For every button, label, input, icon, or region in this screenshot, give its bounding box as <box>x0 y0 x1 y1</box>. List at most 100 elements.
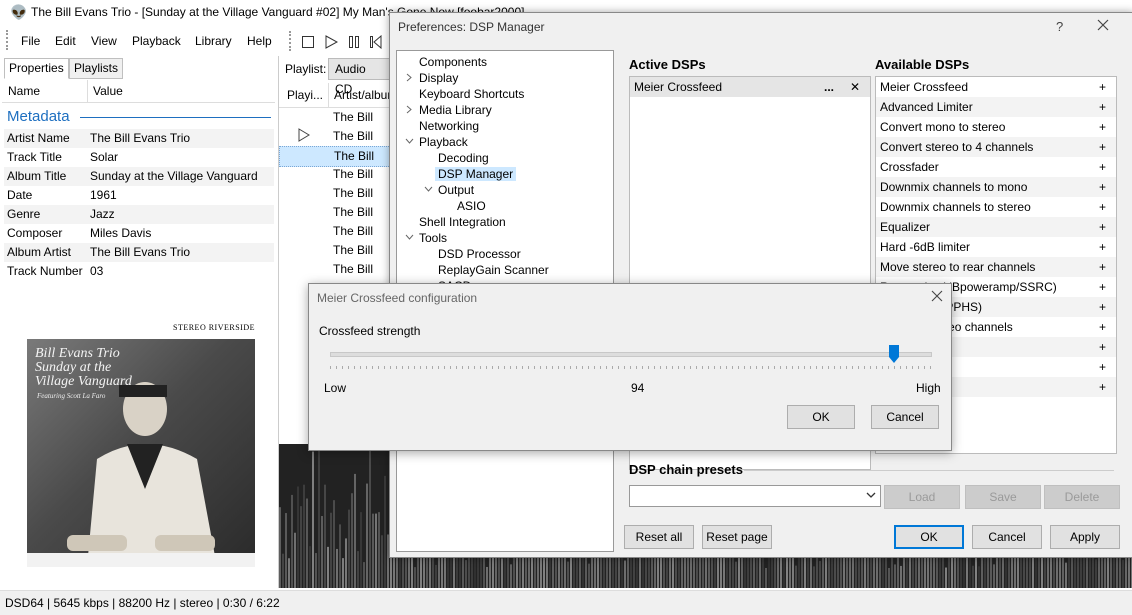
add-dsp-button[interactable]: + <box>1099 257 1106 277</box>
add-dsp-button[interactable]: + <box>1099 217 1106 237</box>
available-dsp-item[interactable]: Equalizer + <box>876 217 1116 237</box>
help-icon[interactable]: ? <box>1056 19 1063 34</box>
tree-item[interactable]: Media Library <box>405 102 492 118</box>
tab-properties[interactable]: Properties <box>4 58 69 79</box>
tab-audio-cd[interactable]: Audio CD <box>328 58 391 96</box>
save-preset-button[interactable]: Save <box>965 485 1041 509</box>
close-icon[interactable] <box>1096 18 1110 35</box>
slider-thumb[interactable] <box>889 345 899 363</box>
available-dsp-item[interactable]: Move stereo to rear channels + <box>876 257 1116 277</box>
expand-arrow-icon[interactable] <box>405 105 414 114</box>
close-icon[interactable] <box>931 290 943 305</box>
tree-item[interactable]: Networking <box>405 118 479 134</box>
crossfeed-ok-button[interactable]: OK <box>787 405 855 429</box>
tree-item[interactable]: Keyboard Shortcuts <box>405 86 524 102</box>
add-dsp-button[interactable]: + <box>1099 297 1106 317</box>
playlist-row[interactable]: The Bill Evans <box>279 127 391 146</box>
add-dsp-button[interactable]: + <box>1099 137 1106 157</box>
tab-playlists[interactable]: Playlists <box>69 58 124 79</box>
menu-file[interactable]: File <box>21 34 40 48</box>
column-playing-header[interactable]: Playi... <box>287 88 323 102</box>
expand-arrow-icon[interactable] <box>405 73 414 82</box>
tree-item[interactable]: Playback <box>405 134 468 150</box>
add-dsp-button[interactable]: + <box>1099 117 1106 137</box>
property-row[interactable]: Composer Miles Davis <box>4 224 274 243</box>
property-row[interactable]: Artist Name The Bill Evans Trio <box>4 129 274 148</box>
tree-item[interactable]: ReplayGain Scanner <box>424 262 549 278</box>
available-dsp-item[interactable]: Meier Crossfeed + <box>876 77 1116 97</box>
playlist-row[interactable]: The Bill Evans <box>279 108 391 127</box>
property-row[interactable]: Track Title Solar <box>4 148 274 167</box>
apply-button[interactable]: Apply <box>1050 525 1120 549</box>
add-dsp-button[interactable]: + <box>1099 277 1106 297</box>
column-artist-header[interactable]: Artist/album <box>334 88 397 102</box>
tree-item[interactable]: Decoding <box>424 150 489 166</box>
reset-page-button[interactable]: Reset page <box>702 525 772 549</box>
collapse-arrow-icon[interactable] <box>424 185 433 194</box>
remove-dsp-button[interactable]: ✕ <box>850 77 860 97</box>
reset-all-button[interactable]: Reset all <box>624 525 694 549</box>
stop-icon[interactable] <box>301 35 315 49</box>
collapse-arrow-icon[interactable] <box>405 137 414 146</box>
ok-button[interactable]: OK <box>894 525 964 549</box>
play-icon[interactable] <box>324 35 339 49</box>
available-dsp-item[interactable]: Convert stereo to 4 channels + <box>876 137 1116 157</box>
available-dsp-item[interactable]: Advanced Limiter + <box>876 97 1116 117</box>
active-dsp-item[interactable]: Meier Crossfeed ... ✕ <box>630 77 870 97</box>
toolbar-grip[interactable] <box>6 30 10 50</box>
add-dsp-button[interactable]: + <box>1099 377 1106 397</box>
playlist-row[interactable]: The Bill Evans <box>279 260 391 279</box>
column-value-header[interactable]: Value <box>93 84 123 98</box>
add-dsp-button[interactable]: + <box>1099 177 1106 197</box>
load-preset-button[interactable]: Load <box>884 485 960 509</box>
property-row[interactable]: Album Artist The Bill Evans Trio <box>4 243 274 262</box>
add-dsp-button[interactable]: + <box>1099 337 1106 357</box>
pause-icon[interactable] <box>347 35 361 49</box>
playlist-row[interactable]: The Bill Evans <box>279 203 391 222</box>
menu-library[interactable]: Library <box>195 34 232 48</box>
add-dsp-button[interactable]: + <box>1099 77 1106 97</box>
playlist-row[interactable]: The Bill Evans <box>279 241 391 260</box>
add-dsp-button[interactable]: + <box>1099 197 1106 217</box>
property-row[interactable]: Album Title Sunday at the Village Vanguar… <box>4 167 274 186</box>
playlist-row[interactable]: The Bill Evans <box>279 146 393 167</box>
collapse-arrow-icon[interactable] <box>405 233 414 242</box>
slider-track[interactable] <box>330 352 932 357</box>
menu-playback[interactable]: Playback <box>132 34 181 48</box>
menu-help[interactable]: Help <box>247 34 272 48</box>
tree-item[interactable]: ASIO <box>443 198 486 214</box>
playlist-row[interactable]: The Bill Evans <box>279 165 391 184</box>
playlist-row[interactable]: The Bill Evans <box>279 222 391 241</box>
add-dsp-button[interactable]: + <box>1099 157 1106 177</box>
column-divider[interactable] <box>87 80 88 102</box>
property-row[interactable]: Date 1961 <box>4 186 274 205</box>
tree-item[interactable]: DSP Manager <box>424 166 517 182</box>
column-divider[interactable] <box>328 83 329 107</box>
property-row[interactable]: Genre Jazz <box>4 205 274 224</box>
menu-view[interactable]: View <box>91 34 117 48</box>
available-dsp-item[interactable]: Hard -6dB limiter + <box>876 237 1116 257</box>
add-dsp-button[interactable]: + <box>1099 317 1106 337</box>
menu-edit[interactable]: Edit <box>55 34 76 48</box>
delete-preset-button[interactable]: Delete <box>1044 485 1120 509</box>
column-name-header[interactable]: Name <box>8 84 40 98</box>
add-dsp-button[interactable]: + <box>1099 237 1106 257</box>
add-dsp-button[interactable]: + <box>1099 357 1106 377</box>
configure-dsp-button[interactable]: ... <box>824 77 834 97</box>
tree-item[interactable]: Tools <box>405 230 447 246</box>
cancel-button[interactable]: Cancel <box>972 525 1042 549</box>
add-dsp-button[interactable]: + <box>1099 97 1106 117</box>
available-dsp-item[interactable]: Downmix channels to stereo + <box>876 197 1116 217</box>
tree-item[interactable]: Shell Integration <box>405 214 506 230</box>
tree-item[interactable]: Output <box>424 182 474 198</box>
available-dsp-item[interactable]: Crossfader + <box>876 157 1116 177</box>
crossfeed-cancel-button[interactable]: Cancel <box>871 405 939 429</box>
available-dsp-item[interactable]: Downmix channels to mono + <box>876 177 1116 197</box>
property-row[interactable]: Track Number 03 <box>4 262 274 281</box>
tree-item[interactable]: Display <box>405 70 458 86</box>
presets-dropdown[interactable] <box>629 485 881 507</box>
tree-item[interactable]: DSD Processor <box>424 246 521 262</box>
available-dsp-item[interactable]: Convert mono to stereo + <box>876 117 1116 137</box>
tree-item[interactable]: Components <box>405 54 487 70</box>
toolbar-grip[interactable] <box>289 31 293 51</box>
